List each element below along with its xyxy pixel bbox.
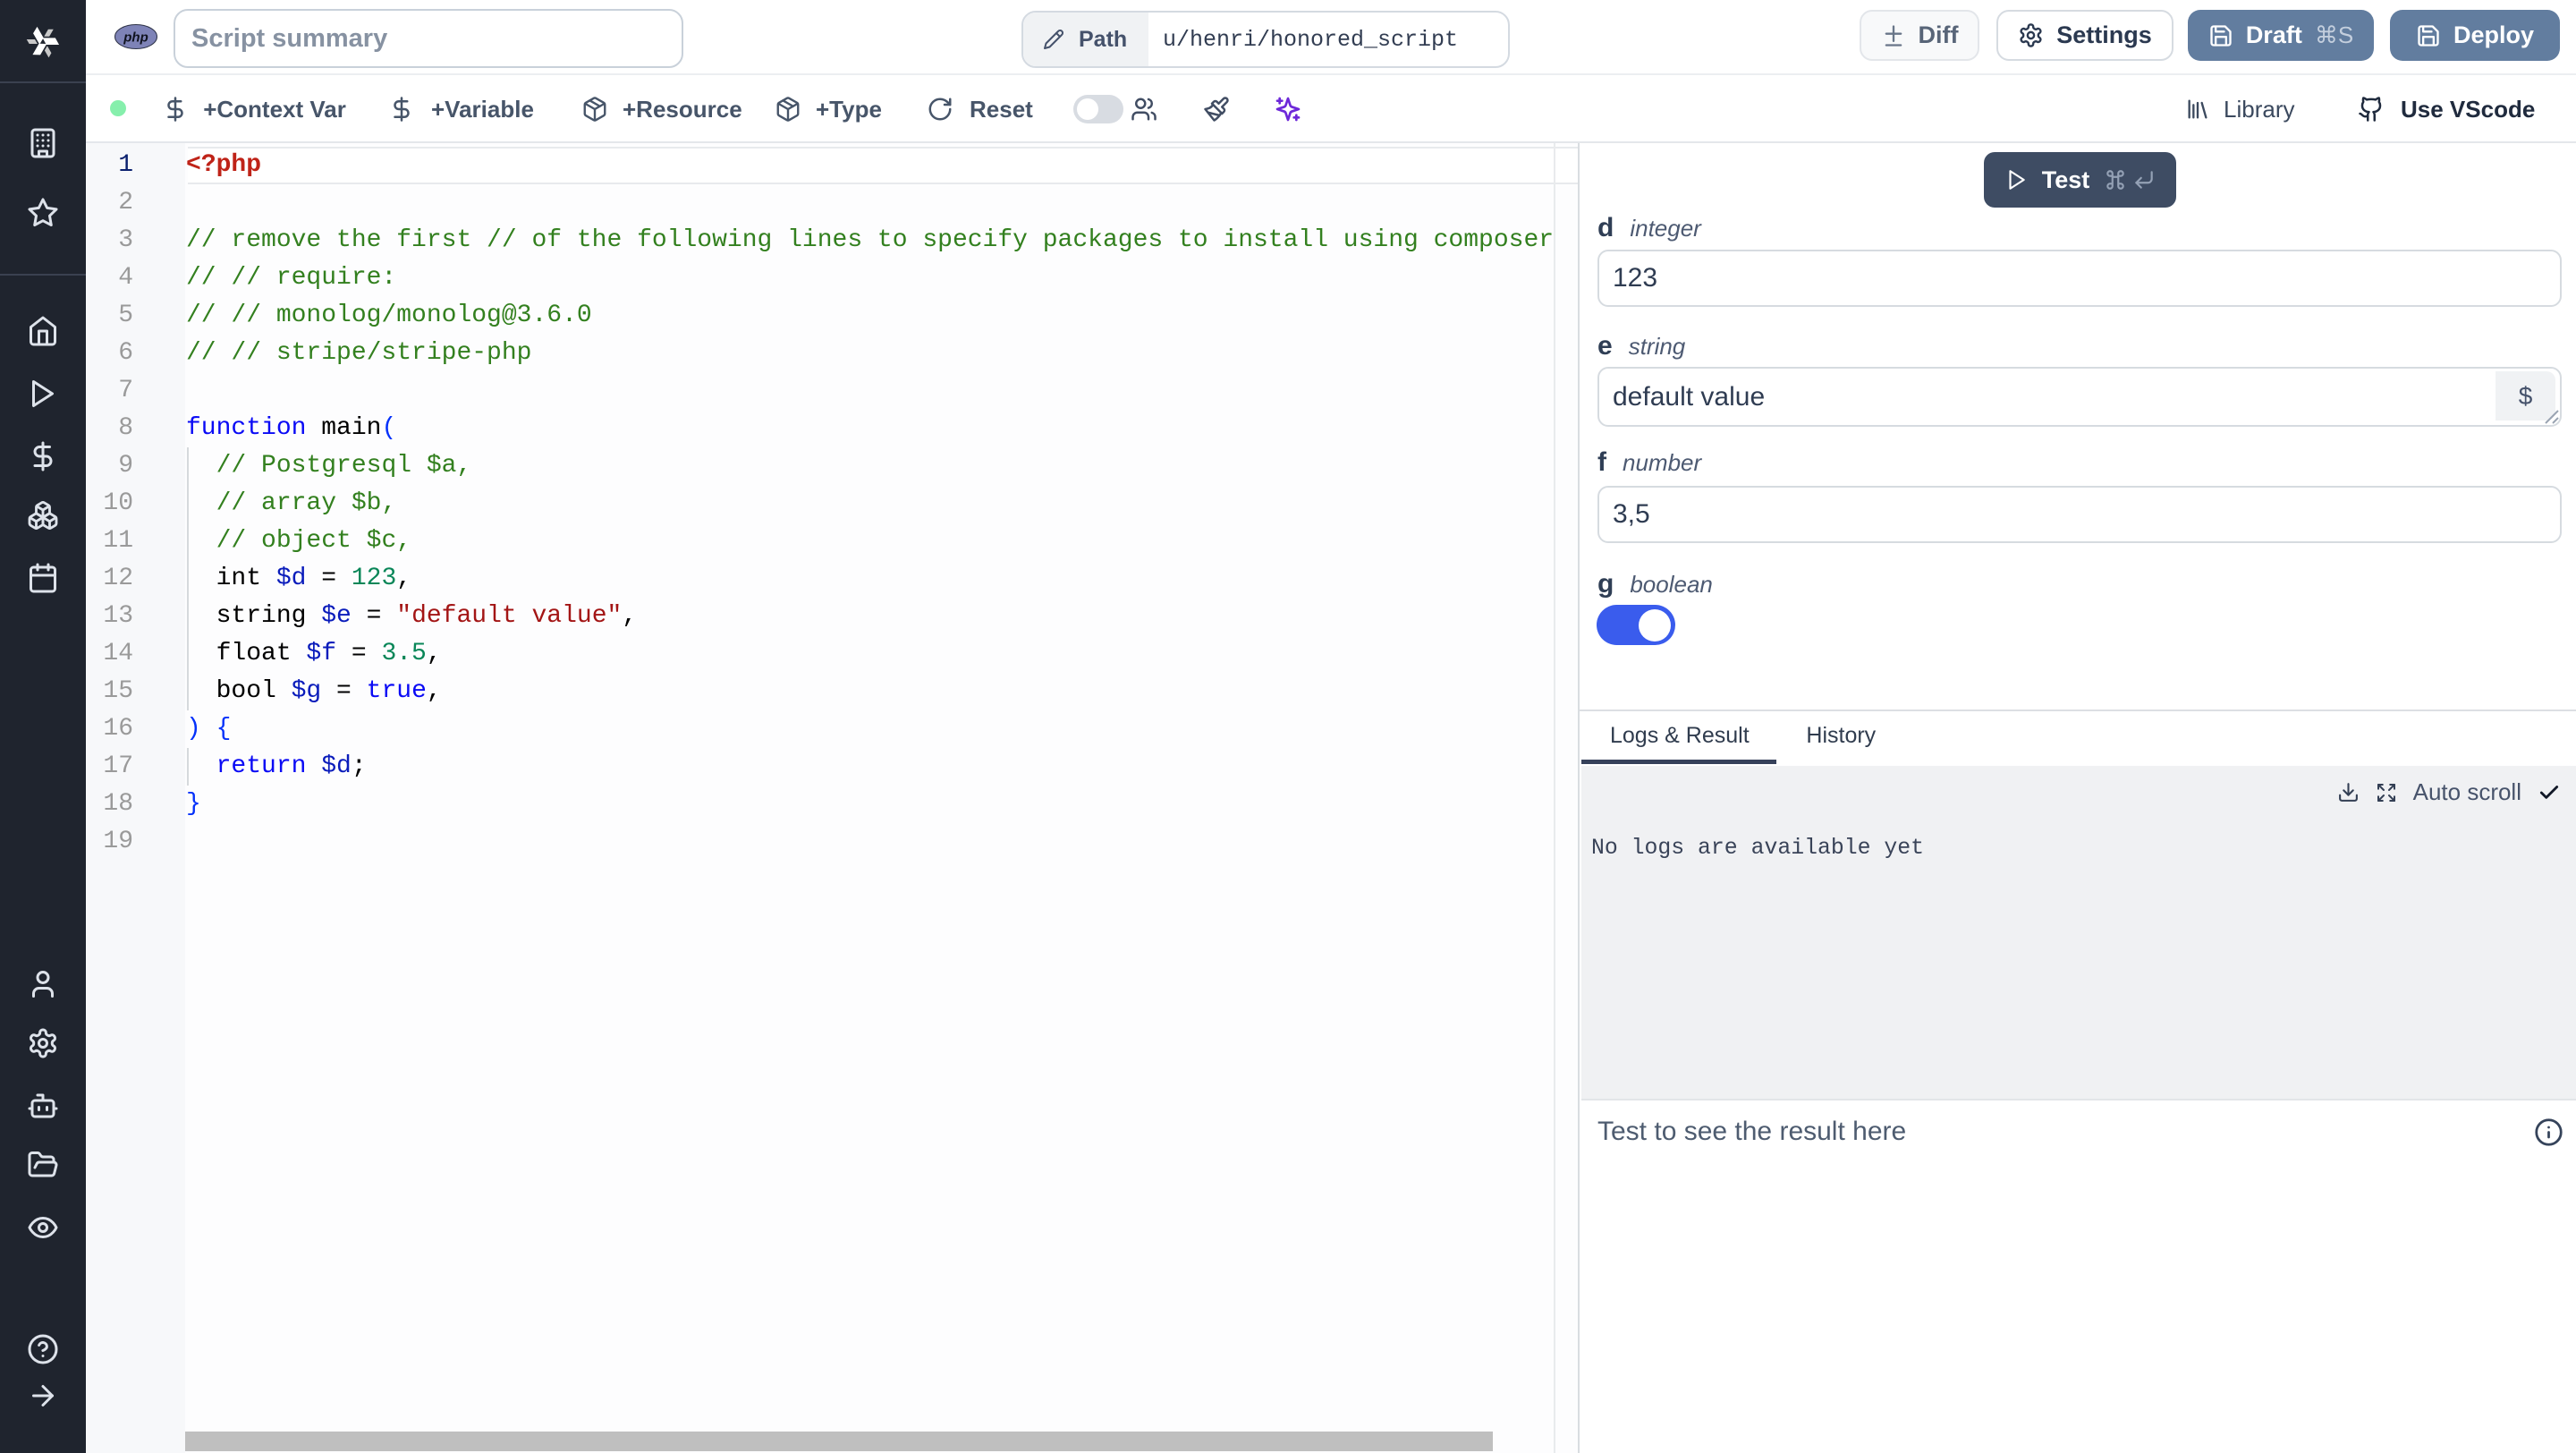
svg-text:php: php — [123, 30, 148, 46]
